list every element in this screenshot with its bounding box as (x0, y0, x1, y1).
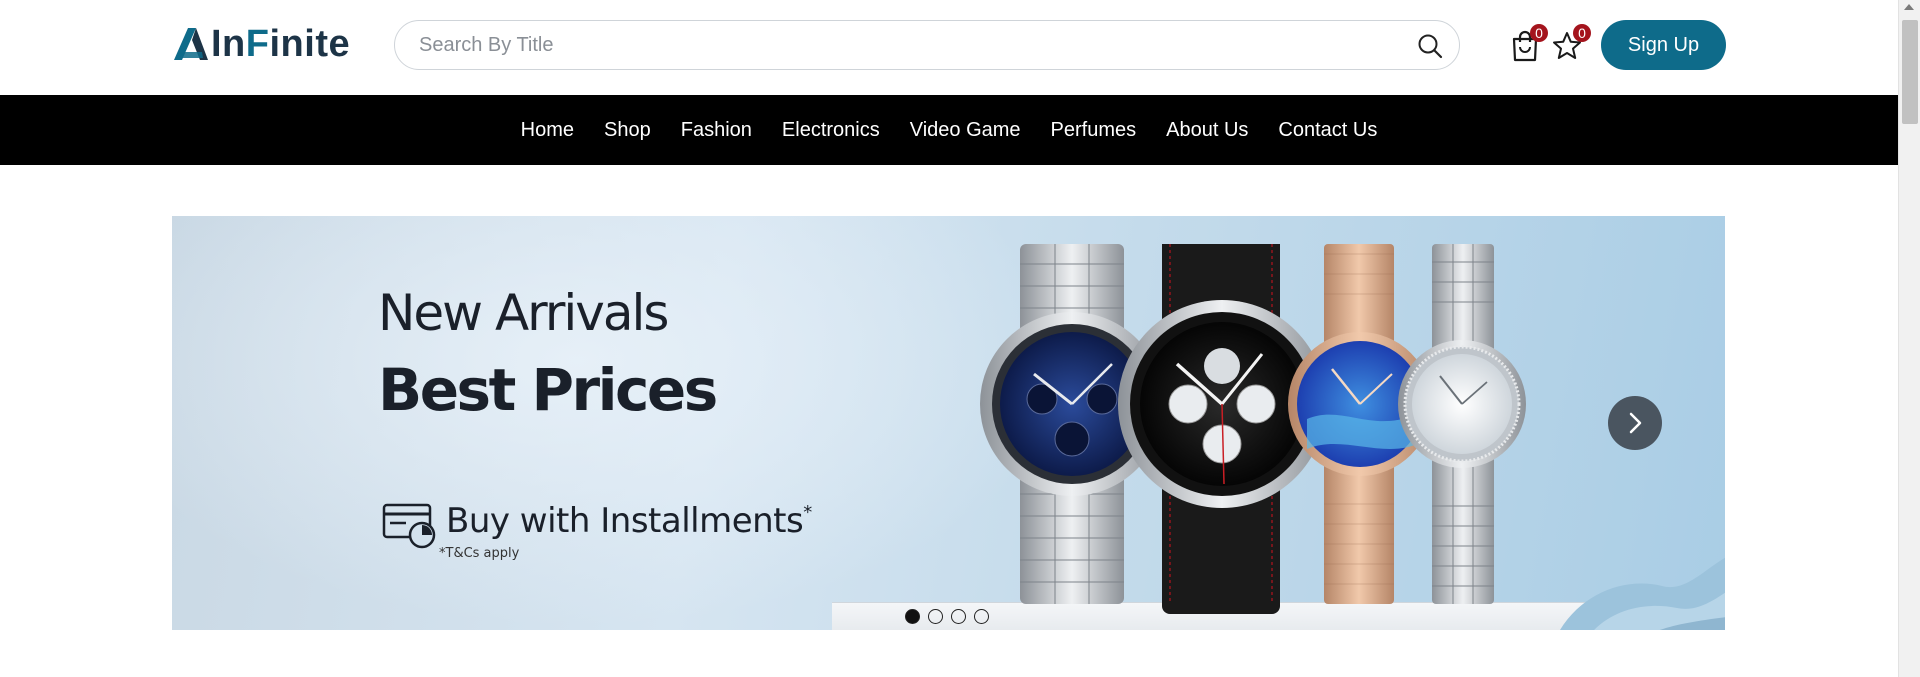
nav-item-home[interactable]: Home (506, 95, 589, 165)
banner-installments-text: Buy with Installments* (446, 501, 812, 541)
nav-item-contact-us[interactable]: Contact Us (1263, 95, 1392, 165)
scroll-up-arrow-icon[interactable] (1904, 4, 1914, 10)
carousel-dot-4[interactable] (974, 609, 989, 624)
banner-headline-new-arrivals: New Arrivals (378, 284, 669, 342)
search-icon[interactable] (1417, 33, 1443, 59)
brand-logo[interactable]: InFinite (172, 22, 351, 65)
wishlist-button[interactable]: 0 (1551, 24, 1591, 62)
nav-item-about-us[interactable]: About Us (1151, 95, 1263, 165)
banner-headline-best-prices: Best Prices (378, 356, 718, 424)
nav-item-perfumes[interactable]: Perfumes (1036, 95, 1152, 165)
scrollbar-thumb[interactable] (1902, 20, 1918, 124)
page-content: InFinite 0 0 Sign Up Home (0, 0, 1898, 677)
hero-carousel[interactable]: New Arrivals Best Prices Buy with Instal… (172, 216, 1725, 630)
nav-item-video-game[interactable]: Video Game (895, 95, 1036, 165)
card-clock-icon (382, 503, 436, 549)
carousel-dot-3[interactable] (951, 609, 966, 624)
search-input[interactable] (419, 21, 1379, 69)
sign-up-button[interactable]: Sign Up (1601, 20, 1726, 70)
search-box (394, 20, 1460, 70)
nav-item-electronics[interactable]: Electronics (767, 95, 895, 165)
logo-mark-icon (174, 28, 208, 60)
page-scrollbar[interactable] (1898, 0, 1920, 677)
nav-item-shop[interactable]: Shop (589, 95, 666, 165)
carousel-indicators (905, 609, 989, 624)
carousel-next-button[interactable] (1608, 396, 1662, 450)
banner-terms-note: *T&Cs apply (439, 546, 520, 561)
wishlist-count-badge: 0 (1573, 24, 1591, 42)
carousel-dot-1[interactable] (905, 609, 920, 624)
brand-name: InFinite (211, 22, 351, 65)
main-nav: Home Shop Fashion Electronics Video Game… (0, 95, 1898, 165)
watches-product-image (980, 244, 1526, 614)
carousel-dot-2[interactable] (928, 609, 943, 624)
page: InFinite 0 0 Sign Up Home (0, 0, 1920, 677)
site-header: InFinite 0 0 Sign Up (0, 0, 1898, 95)
cart-count-badge: 0 (1530, 24, 1548, 42)
cart-button[interactable]: 0 (1510, 24, 1548, 62)
chevron-right-icon (1629, 412, 1642, 434)
nav-item-fashion[interactable]: Fashion (666, 95, 767, 165)
